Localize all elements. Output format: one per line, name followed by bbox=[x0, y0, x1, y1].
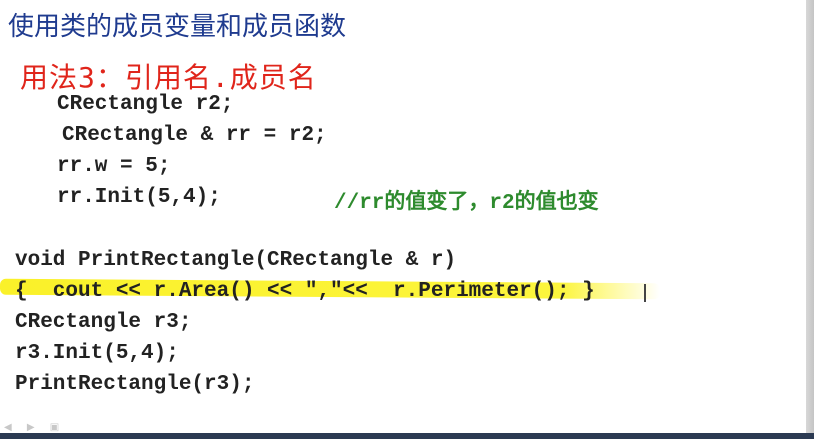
code-line-3: rr.w = 5; bbox=[57, 155, 171, 178]
code-line-8: r3.Init(5,4); bbox=[15, 342, 179, 365]
text-cursor-icon bbox=[644, 284, 646, 302]
bottom-bar bbox=[0, 433, 814, 439]
code-comment: //rr的值变了，r2的值也变 bbox=[334, 192, 599, 215]
usage-heading: 用法3：引用名.成员名 bbox=[20, 61, 317, 94]
slide-nav-arrows-icon[interactable]: ◀ ▶ ▣ bbox=[4, 422, 65, 433]
code-line-4: rr.Init(5,4); bbox=[57, 186, 221, 209]
code-line-5: void PrintRectangle(CRectangle & r) bbox=[15, 249, 457, 272]
slide-right-edge bbox=[806, 0, 814, 439]
code-line-1: CRectangle r2; bbox=[57, 93, 234, 116]
slide-title: 使用类的成员变量和成员函数 bbox=[8, 12, 347, 42]
code-line-7: CRectangle r3; bbox=[15, 311, 192, 334]
code-line-6: { cout << r.Area() << ","<< r.Perimeter(… bbox=[15, 280, 595, 303]
code-line-2: CRectangle & rr = r2; bbox=[62, 124, 327, 147]
code-line-9: PrintRectangle(r3); bbox=[15, 373, 255, 396]
